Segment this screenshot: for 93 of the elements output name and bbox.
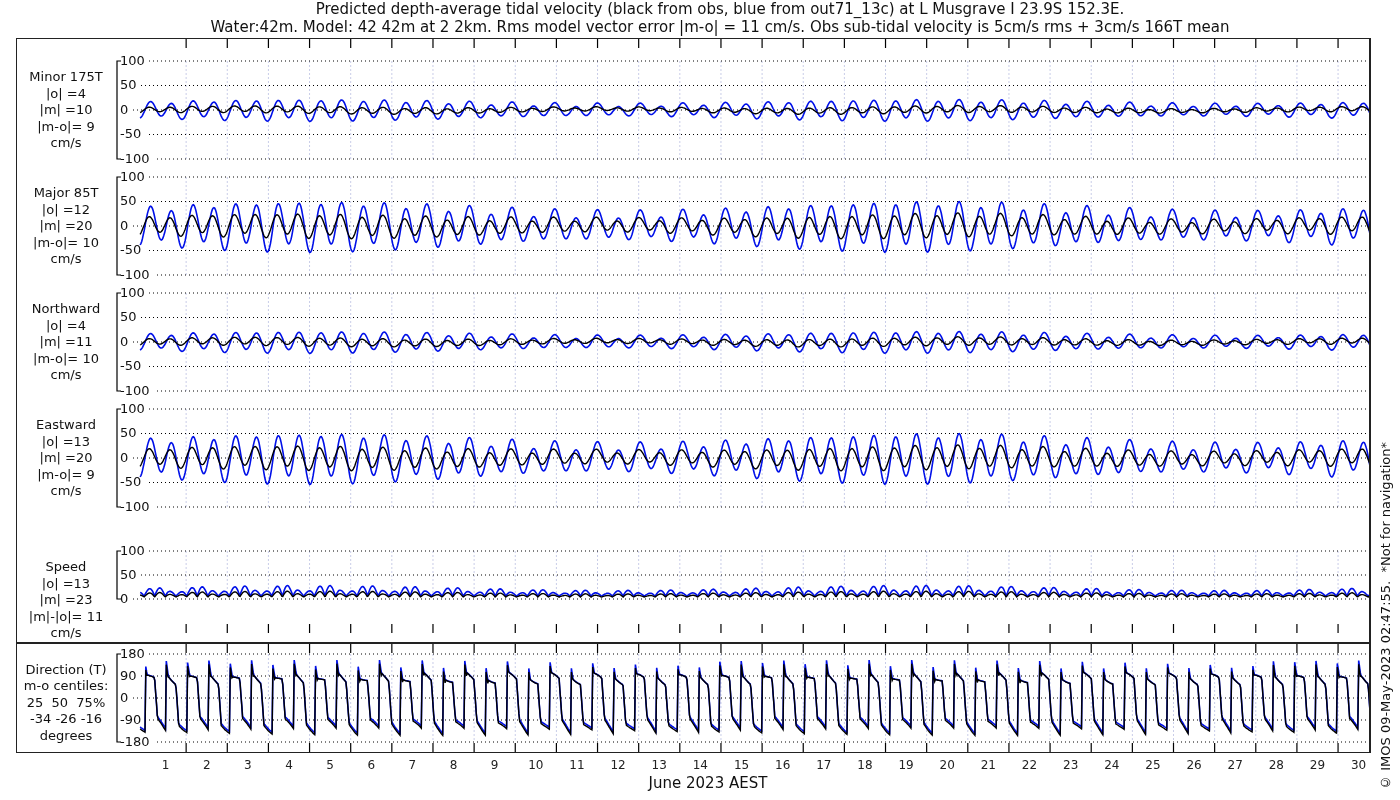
panel-stat-label: |o| =4 [46, 85, 86, 102]
panel-stat-label: Major 85T [33, 185, 99, 202]
y-tick-label: 100 [120, 52, 145, 68]
y-tick-label: -50 [120, 358, 142, 373]
y-tick-label: 0 [120, 689, 129, 704]
x-tick-label: 18 [857, 757, 873, 772]
panel-stat-label: Minor 175T [29, 69, 103, 86]
x-tick-label: 13 [651, 757, 667, 772]
x-tick-label: 19 [898, 757, 914, 772]
x-tick-label: 12 [610, 757, 626, 772]
panel-stat-label: |m| =20 [39, 450, 93, 467]
x-tick-label: 29 [1309, 757, 1326, 772]
panel-stat-label: degrees [39, 727, 93, 744]
chart-title: Predicted depth-average tidal velocity (black from obs, blue from out71_13c) at L Musgrave I 23.9S 152.3E. [315, 0, 1125, 18]
y-tick-label: -100 [120, 382, 150, 398]
panel-stat-label: -34 -26 -16 [30, 711, 102, 728]
panel-stat-label: m-o centiles: [23, 678, 109, 695]
x-tick-label: 10 [528, 757, 544, 772]
panel-stat-label: 25 50 75% [26, 694, 106, 711]
x-tick-label: 17 [816, 757, 832, 772]
panel-stat-label: |m| =20 [39, 218, 93, 235]
y-tick-label: 180 [120, 645, 145, 660]
x-tick-label: 4 [285, 757, 293, 772]
panel-stat-label: |m| =11 [39, 334, 93, 351]
x-tick-label: 26 [1186, 757, 1202, 772]
panel-stat-label: cm/s [50, 251, 82, 268]
y-tick-label: 0 [120, 217, 129, 233]
panel-stat-label: |m|-|o|= 11 [28, 608, 104, 625]
x-tick-label: 25 [1145, 757, 1161, 772]
panel-stat-label: cm/s [50, 367, 82, 384]
y-tick-label: 100 [120, 401, 145, 416]
copyright-note: © IMOS 09-May-2023 02:47:55. *Not for navigation* [1377, 442, 1393, 790]
x-tick-label: 7 [408, 757, 417, 772]
panel-stat-label: |o| =12 [41, 201, 91, 218]
panel-stat-label: |m-o|= 9 [37, 466, 95, 483]
panel-stat-label: |m-o|= 10 [33, 350, 99, 367]
y-tick-label: 0 [120, 449, 129, 465]
panel-stat-label: |m| =10 [39, 102, 93, 119]
y-tick-label: -50 [120, 126, 142, 141]
panel-stat-label: Speed [45, 559, 87, 576]
y-tick-label: -90 [120, 711, 142, 726]
y-tick-label: -100 [120, 498, 150, 514]
x-tick-label: 24 [1104, 757, 1120, 772]
panel-stat-label: |m-o|= 10 [33, 234, 99, 251]
panel-stat-label: |o| =4 [46, 317, 86, 334]
x-tick-label: 5 [326, 757, 334, 772]
panel-stat-label: cm/s [50, 483, 82, 500]
x-tick-label: 3 [244, 757, 252, 772]
y-tick-label: 50 [120, 309, 137, 324]
y-tick-label: 50 [120, 425, 137, 440]
x-tick-label: 21 [980, 757, 996, 772]
y-tick-label: 50 [120, 77, 137, 92]
x-tick-label: 2 [202, 757, 211, 772]
x-tick-label: 14 [692, 757, 709, 772]
y-tick-label: -100 [120, 150, 150, 166]
y-tick-label: 100 [120, 285, 145, 300]
x-tick-label: 30 [1351, 757, 1367, 772]
x-axis-title: June 2023 AEST [646, 774, 768, 791]
x-tick-label: 8 [449, 757, 458, 772]
y-tick-label: 0 [120, 590, 129, 606]
y-tick-label: -100 [120, 266, 150, 282]
y-tick-label: -50 [120, 242, 142, 257]
chart-title: Water:42m. Model: 42 42m at 2 2km. Rms model vector error |m-o| = 11 cm/s. Obs sub-tidal velocity is 5cm/s rms + 3cm/s 166T mean [210, 18, 1230, 36]
y-tick-label: -180 [120, 733, 150, 748]
panel-stat-label: |o| =13 [41, 575, 91, 592]
x-tick-label: 1 [161, 757, 170, 772]
y-tick-label: -50 [120, 474, 142, 489]
panel-stat-label: |m-o|= 9 [37, 118, 95, 135]
x-tick-label: 6 [367, 757, 376, 772]
panel-stat-label: cm/s [50, 625, 82, 642]
x-tick-label: 22 [1021, 757, 1038, 772]
panel-stat-label: Eastward [36, 417, 96, 434]
y-tick-label: 50 [120, 193, 137, 208]
y-tick-label: 50 [120, 566, 137, 582]
x-tick-label: 9 [490, 757, 499, 772]
panel-stat-label: |m| =23 [39, 592, 93, 609]
y-tick-label: 90 [120, 667, 137, 682]
panel-stat-label: cm/s [50, 135, 82, 152]
y-tick-label: 0 [120, 101, 129, 117]
panel-stat-label: Direction (T) [25, 661, 107, 678]
y-tick-label: 100 [120, 542, 145, 558]
x-tick-label: 15 [733, 757, 750, 772]
x-tick-label: 23 [1063, 757, 1079, 772]
y-tick-label: 100 [120, 169, 145, 184]
x-tick-label: 16 [775, 757, 791, 772]
y-tick-label: 0 [120, 333, 129, 349]
x-tick-label: 11 [569, 757, 585, 772]
x-tick-label: 27 [1227, 757, 1243, 772]
panel-stat-label: Northward [31, 301, 101, 318]
panel-stat-label: |o| =13 [41, 433, 91, 450]
x-tick-label: 28 [1268, 757, 1284, 772]
x-tick-label: 20 [939, 757, 955, 772]
y-axis [116, 550, 122, 600]
